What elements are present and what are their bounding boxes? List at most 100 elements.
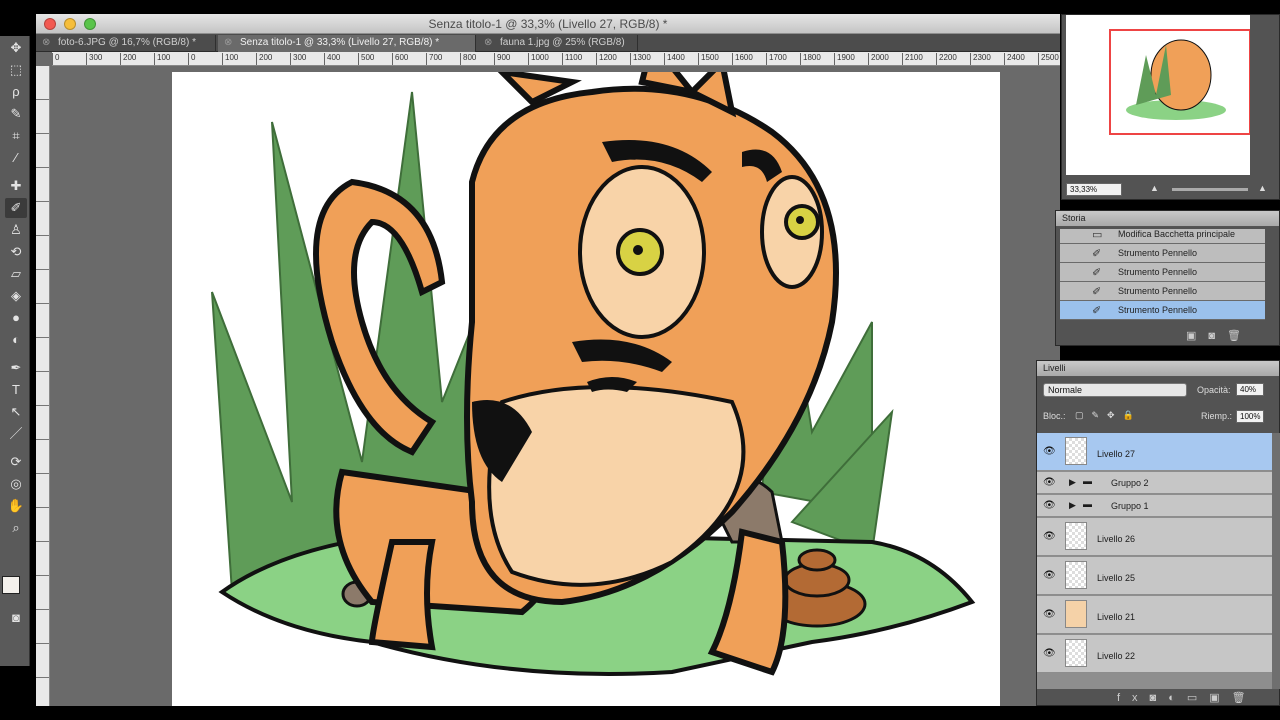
- opacity-field[interactable]: 40%: [1236, 383, 1264, 396]
- path-selection-tool-icon[interactable]: ↖: [5, 402, 27, 422]
- zoom-slider[interactable]: [1172, 188, 1248, 191]
- tab-fauna-1[interactable]: ⊗ fauna 1.jpg @ 25% (RGB/8): [478, 35, 638, 52]
- history-item[interactable]: ✐ Strumento Pennello: [1060, 263, 1265, 282]
- navigator-thumbnail: [1109, 29, 1251, 135]
- layer-name: Livello 25: [1097, 573, 1136, 583]
- layer-row[interactable]: 👁 Livello 22: [1037, 635, 1272, 673]
- lock-label: Bloc.:: [1043, 411, 1066, 421]
- quick-mask-icon[interactable]: ◙: [5, 608, 27, 628]
- history-title-label: Storia: [1062, 213, 1086, 223]
- healing-brush-tool-icon[interactable]: ✚: [5, 176, 27, 196]
- layer-actions[interactable]: fx◙◐▭▣🗑: [1117, 691, 1258, 704]
- navigator-panel: 33,33% ▲ ▲: [1061, 14, 1280, 200]
- ruler-tick-label: 2000: [868, 53, 889, 65]
- history-panel: Storia ▭ Modifica Bacchetta principale ✐ S…: [1055, 210, 1280, 346]
- layers-scrollbar[interactable]: [1272, 433, 1280, 689]
- ruler-tick-label: 800: [460, 53, 476, 65]
- move-tool-icon[interactable]: ✥: [5, 38, 27, 58]
- foreground-color-swatch[interactable]: [2, 576, 20, 594]
- history-list: ▭ Modifica Bacchetta principale ✐ Strument…: [1060, 229, 1270, 325]
- title-bar: Senza titolo-1 @ 33,3% (Livello 27, RGB/…: [36, 14, 1060, 34]
- brush-icon: ✐: [1092, 286, 1102, 298]
- layer-name: Livello 27: [1097, 449, 1136, 459]
- fill-field[interactable]: 100%: [1236, 410, 1264, 423]
- blur-tool-icon[interactable]: ●: [5, 308, 27, 328]
- history-actions[interactable]: ▣◙🗑: [1186, 329, 1253, 342]
- ruler-tick-label: 100: [154, 53, 170, 65]
- history-item-label: Strumento Pennello: [1118, 267, 1198, 277]
- visibility-eye-icon[interactable]: 👁: [1043, 500, 1056, 511]
- close-tab-icon[interactable]: ⊗: [484, 37, 492, 48]
- eyedropper-tool-icon[interactable]: ⁄: [5, 148, 27, 168]
- brush-icon: ✐: [1092, 267, 1102, 279]
- expand-triangle-icon[interactable]: ▶: [1069, 500, 1076, 511]
- lock-icons[interactable]: ▢✎✥🔒: [1075, 410, 1142, 421]
- ruler-tick-label: 100: [222, 53, 238, 65]
- history-item[interactable]: ✐ Strumento Pennello: [1060, 244, 1265, 263]
- history-item-current[interactable]: ✐ Strumento Pennello: [1060, 301, 1265, 320]
- window-title: Senza titolo-1 @ 33,3% (Livello 27, RGB/…: [428, 17, 668, 31]
- hand-tool-icon[interactable]: ✋: [5, 496, 27, 516]
- layer-row[interactable]: 👁 Livello 26: [1037, 518, 1272, 556]
- folder-icon: ▬: [1083, 476, 1092, 486]
- 3d-rotate-tool-icon[interactable]: ⟳: [5, 452, 27, 472]
- ruler-tick-label: 600: [392, 53, 408, 65]
- crop-tool-icon[interactable]: ⌗: [5, 126, 27, 146]
- visibility-eye-icon[interactable]: 👁: [1043, 446, 1056, 457]
- visibility-eye-icon[interactable]: 👁: [1043, 531, 1056, 542]
- visibility-eye-icon[interactable]: 👁: [1043, 648, 1056, 659]
- layer-name: Livello 21: [1097, 612, 1136, 622]
- line-tool-icon[interactable]: ／: [5, 424, 27, 444]
- document-window: Senza titolo-1 @ 33,3% (Livello 27, RGB/…: [36, 14, 1060, 706]
- visibility-eye-icon[interactable]: 👁: [1043, 477, 1056, 488]
- group-row[interactable]: 👁 ▶ ▬ Gruppo 1: [1037, 495, 1272, 517]
- type-tool-icon[interactable]: T: [5, 380, 27, 400]
- pen-tool-icon[interactable]: ✒: [5, 358, 27, 378]
- visibility-eye-icon[interactable]: 👁: [1043, 609, 1056, 620]
- layer-row[interactable]: 👁 Livello 21: [1037, 596, 1272, 634]
- menu-bar: [0, 0, 1280, 14]
- ruler-tick-label: 200: [256, 53, 272, 65]
- paint-bucket-tool-icon[interactable]: ◈: [5, 286, 27, 306]
- horizontal-ruler[interactable]: 0 300 200 100 0 100 200 300 400 500 600 700 800 900 10…: [52, 52, 1060, 66]
- close-tab-icon[interactable]: ⊗: [224, 37, 232, 48]
- tab-label: foto-6.JPG @ 16,7% (RGB/8) *: [58, 37, 196, 48]
- brush-tool-icon[interactable]: ✐: [5, 198, 27, 218]
- navigator-preview[interactable]: [1066, 15, 1251, 175]
- vertical-ruler[interactable]: [36, 66, 50, 706]
- ruler-tick-label: 700: [426, 53, 442, 65]
- zoom-out-icon[interactable]: ▲: [1150, 183, 1159, 193]
- close-tab-icon[interactable]: ⊗: [42, 37, 50, 48]
- layer-row[interactable]: 👁 Livello 25: [1037, 557, 1272, 595]
- layers-panel: Livelli Normale Opacità: 40% Bloc.: ▢✎✥🔒…: [1036, 360, 1280, 706]
- history-item[interactable]: ▭ Modifica Bacchetta principale: [1060, 229, 1265, 244]
- history-step-icon: ▭: [1092, 229, 1103, 241]
- ruler-tick-label: 0: [52, 53, 59, 65]
- artwork-canvas[interactable]: [172, 72, 1000, 706]
- history-item-label: Modifica Bacchetta principale: [1118, 229, 1236, 239]
- clone-stamp-tool-icon[interactable]: ♙: [5, 220, 27, 240]
- quick-selection-tool-icon[interactable]: ✎: [5, 104, 27, 124]
- lasso-tool-icon[interactable]: ρ: [5, 82, 27, 102]
- ruler-tick-label: 2300: [970, 53, 991, 65]
- tab-senza-titolo-1[interactable]: ⊗ Senza titolo-1 @ 33,3% (Livello 27, RGB…: [218, 35, 476, 52]
- navigator-zoom-field[interactable]: 33,33%: [1066, 183, 1122, 196]
- expand-triangle-icon[interactable]: ▶: [1069, 477, 1076, 488]
- zoom-tool-icon[interactable]: ⌕: [5, 518, 27, 538]
- history-item-label: Strumento Pennello: [1118, 286, 1198, 296]
- history-item[interactable]: ✐ Strumento Pennello: [1060, 282, 1265, 301]
- visibility-eye-icon[interactable]: 👁: [1043, 570, 1056, 581]
- layer-row[interactable]: 👁 Livello 27: [1037, 433, 1272, 471]
- monster-illustration: [211, 72, 976, 676]
- blend-mode-select[interactable]: Normale: [1043, 383, 1187, 397]
- tab-label: Senza titolo-1 @ 33,3% (Livello 27, RGB/…: [240, 37, 440, 48]
- group-row[interactable]: 👁 ▶ ▬ Gruppo 2: [1037, 472, 1272, 494]
- eraser-tool-icon[interactable]: ▱: [5, 264, 27, 284]
- 3d-orbit-tool-icon[interactable]: ◎: [5, 474, 27, 494]
- ruler-tick-label: 1400: [664, 53, 685, 65]
- marquee-tool-icon[interactable]: ⬚: [5, 60, 27, 80]
- tab-foto-6[interactable]: ⊗ foto-6.JPG @ 16,7% (RGB/8) *: [36, 35, 216, 52]
- history-brush-tool-icon[interactable]: ⟲: [5, 242, 27, 262]
- zoom-in-icon[interactable]: ▲: [1258, 183, 1267, 193]
- dodge-tool-icon[interactable]: ◐: [5, 330, 27, 350]
